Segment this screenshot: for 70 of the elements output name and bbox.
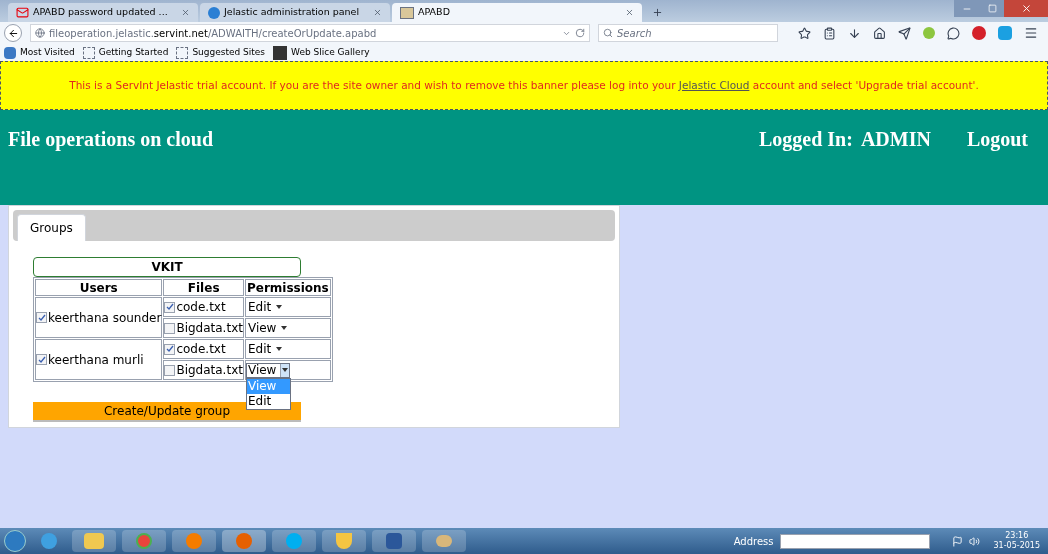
- url-field[interactable]: fileoperation.jelastic.servint.net/ADWAITH/createOrUpdate.apabd: [30, 24, 590, 42]
- bookmark-item[interactable]: Web Slice Gallery: [273, 45, 370, 60]
- flag-icon[interactable]: [951, 535, 963, 547]
- panel-tab[interactable]: Groups: [17, 214, 86, 241]
- file-name: Bigdata.txt: [176, 362, 243, 379]
- checkbox[interactable]: [164, 301, 176, 313]
- logout-link[interactable]: Logout: [966, 124, 1028, 154]
- page-title: File operations on cloud: [8, 127, 213, 153]
- maximize-icon: [987, 4, 997, 13]
- checkbox[interactable]: [164, 322, 176, 334]
- search-placeholder: Search: [617, 26, 652, 41]
- tab-title: Jelastic administration panel: [224, 5, 360, 20]
- url-text: fileoperation.jelastic.servint.net/ADWAITH/createOrUpdate.apabd: [49, 26, 377, 41]
- user-name-text: keerthana sounder: [48, 309, 162, 327]
- bookmark-item[interactable]: Suggested Sites: [176, 45, 266, 60]
- address-field[interactable]: [779, 533, 930, 549]
- search-icon: [603, 28, 613, 38]
- close-icon: [1020, 3, 1032, 14]
- page-icon: [400, 6, 414, 19]
- mail-icon: [16, 6, 29, 19]
- tab-title: APABD: [418, 5, 450, 20]
- caret-icon: [282, 368, 289, 372]
- maximize-button[interactable]: [980, 0, 1004, 17]
- user-name: ADMIN: [860, 127, 931, 152]
- reload-icon[interactable]: [575, 28, 585, 38]
- tab-title: APABD password updated ...: [33, 5, 168, 20]
- jelastic-cloud-link[interactable]: Jelastic Cloud: [678, 78, 750, 91]
- bookmark-item[interactable]: Getting Started: [82, 45, 169, 60]
- browser-tab[interactable]: APABD: [392, 3, 642, 22]
- clipboard-icon[interactable]: [823, 26, 836, 40]
- folder-icon[interactable]: [72, 530, 116, 552]
- checkbox[interactable]: [36, 354, 47, 365]
- blank-page-icon: [82, 46, 95, 59]
- file-name: code.txt: [176, 341, 226, 358]
- blank-page-icon: [176, 46, 189, 59]
- logged-in-label: Logged In:: [758, 127, 853, 153]
- bookmark-item[interactable]: Most Visited: [4, 45, 75, 60]
- back-arrow-icon: [7, 27, 19, 39]
- column-header: Users: [35, 279, 163, 296]
- start-button[interactable]: [4, 530, 26, 552]
- browser-tab[interactable]: Jelastic administration panel: [200, 3, 390, 22]
- search-field[interactable]: Search: [598, 24, 778, 42]
- checkbox[interactable]: [164, 343, 176, 355]
- minimize-button[interactable]: [954, 0, 980, 17]
- new-tab-icon[interactable]: [652, 7, 663, 18]
- column-header: Files: [163, 279, 244, 296]
- download-icon[interactable]: [848, 26, 861, 40]
- close-icon[interactable]: [373, 8, 382, 17]
- group-name-field[interactable]: VKIT: [33, 257, 301, 277]
- home-icon[interactable]: [873, 26, 886, 40]
- address-label: Address: [733, 534, 774, 549]
- menu-icon[interactable]: [1024, 26, 1038, 40]
- send-icon[interactable]: [898, 26, 911, 40]
- column-header: Permissions: [244, 279, 331, 296]
- clock-time: 23:16: [1005, 531, 1029, 541]
- file-name: code.txt: [176, 299, 226, 316]
- checkbox[interactable]: [164, 364, 176, 376]
- browser-tab[interactable]: APABD password updated ...: [8, 3, 198, 22]
- permission-select[interactable]: View: [245, 362, 291, 378]
- checkbox[interactable]: [36, 312, 47, 323]
- star-icon[interactable]: [798, 26, 811, 40]
- back-button[interactable]: [4, 24, 22, 42]
- volume-icon[interactable]: [968, 535, 980, 547]
- close-icon[interactable]: [625, 8, 634, 17]
- banner-text: This is a ServInt Jelastic trial account. If you are the site owner and wish to remove this banner please log into your Jelastic Cloud account and select 'Upgrade trial account'.: [69, 77, 979, 93]
- file-name: Bigdata.txt: [176, 320, 243, 337]
- clock-date: 31-05-2015: [993, 541, 1040, 551]
- shield-icon[interactable]: [322, 530, 366, 552]
- close-icon[interactable]: [181, 8, 190, 17]
- user-name-text: keerthana murli: [48, 351, 144, 369]
